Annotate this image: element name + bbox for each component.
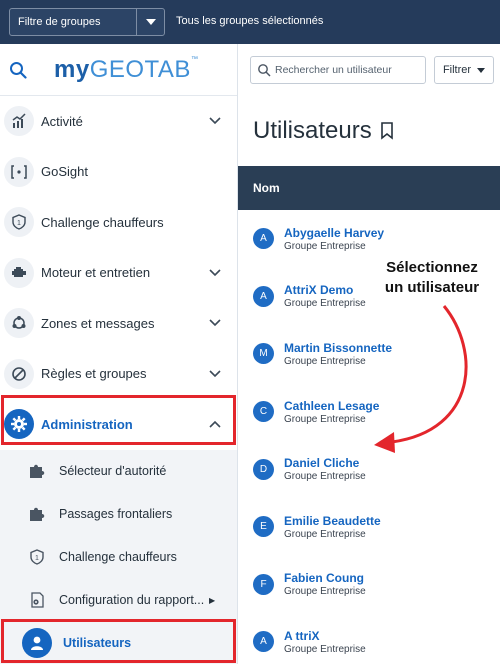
filter-label: Filtrer: [442, 64, 472, 76]
sidebar-subitem-label: Passages frontaliers: [59, 507, 173, 521]
avatar: F: [253, 573, 274, 595]
chevron-down-icon[interactable]: [205, 269, 225, 277]
table-row[interactable]: A A ttriX Groupe Entreprise: [238, 613, 500, 664]
annotation-line-1: Sélectionnez: [386, 259, 478, 276]
sidebar-item-label: Moteur et entretien: [41, 265, 151, 281]
sidebar-item-moteur[interactable]: Moteur et entretien: [0, 248, 237, 299]
page-title: Utilisateurs: [253, 117, 372, 144]
logo-my: my: [54, 55, 90, 83]
sidebar-subitem-challenge[interactable]: 1 Challenge chauffeurs: [0, 536, 237, 579]
sidebar-subitem-label: Configuration du rapport...: [59, 593, 205, 607]
report-config-icon: [26, 589, 48, 611]
zones-icon: [4, 308, 34, 339]
avatar: D: [253, 458, 274, 480]
user-name[interactable]: Emilie Beaudette: [284, 514, 381, 528]
user-group: Groupe Entreprise: [284, 298, 366, 310]
avatar: C: [253, 401, 274, 423]
user-icon: [22, 628, 52, 658]
search-input[interactable]: [275, 64, 425, 76]
chevron-down-icon[interactable]: [205, 117, 225, 125]
sidebar-subitem-selecteur-autorite[interactable]: Sélecteur d'autorité: [0, 450, 237, 493]
avatar: A: [253, 285, 274, 307]
puzzle-icon: [26, 503, 48, 525]
sidebar-subitem-label: Challenge chauffeurs: [59, 550, 177, 564]
annotation-line-2: un utilisateur: [384, 279, 480, 296]
sidebar-subitem-utilisateurs[interactable]: Utilisateurs: [0, 622, 237, 664]
sidebar-item-challenge[interactable]: 1 Challenge chauffeurs: [0, 197, 237, 248]
svg-text:1: 1: [17, 220, 21, 227]
sidebar-item-administration[interactable]: Administration: [0, 399, 237, 450]
logo-tm: ™: [190, 55, 199, 63]
page-title-row: Utilisateurs: [238, 96, 500, 166]
gosight-icon: [4, 156, 34, 187]
sidebar-item-label: Zones et messages: [41, 315, 155, 331]
group-filter-dropdown[interactable]: Filtre de groupes: [9, 8, 165, 36]
instruction-annotation: Sélectionnez un utilisateur: [372, 258, 492, 298]
bookmark-icon[interactable]: [380, 122, 394, 140]
sidebar-item-label: Challenge chauffeurs: [41, 214, 164, 230]
mygeotab-logo[interactable]: myGEOTAB™: [54, 56, 198, 84]
sidebar-subitem-label: Utilisateurs: [63, 636, 132, 650]
logo-geotab: GEOTAB: [89, 55, 191, 83]
svg-text:1: 1: [35, 555, 39, 562]
user-group: Groupe Entreprise: [284, 643, 366, 655]
group-filter-label: Filtre de groupes: [18, 16, 101, 28]
avatar: E: [253, 516, 274, 538]
user-group: Groupe Entreprise: [284, 586, 366, 598]
chevron-down-icon[interactable]: [136, 9, 164, 35]
rules-icon: [4, 358, 34, 389]
avatar: A: [253, 631, 274, 653]
chevron-down-icon[interactable]: [205, 319, 225, 327]
avatar: A: [253, 228, 274, 250]
search-user-box[interactable]: [250, 56, 426, 84]
user-group: Groupe Entreprise: [284, 240, 366, 252]
sidebar-item-gosight[interactable]: GoSight: [0, 147, 237, 198]
user-name[interactable]: A ttriX: [284, 629, 366, 643]
caret-down-icon: [477, 67, 486, 73]
sidebar-subitem-label: Sélecteur d'autorité: [59, 464, 167, 478]
shield-icon: 1: [4, 207, 34, 238]
chart-icon: [4, 106, 34, 137]
table-header: Nom: [238, 166, 500, 210]
sidebar-item-label: GoSight: [41, 164, 88, 180]
user-group: Groupe Entreprise: [284, 528, 366, 540]
top-bar: Filtre de groupes Tous les groupes sélec…: [0, 0, 500, 44]
sidebar-item-regles[interactable]: Règles et groupes: [0, 349, 237, 400]
chevron-up-icon[interactable]: [205, 420, 225, 428]
sidebar: myGEOTAB™ Activité GoSight 1 Challenge c…: [0, 44, 238, 664]
user-group: Groupe Entreprise: [284, 471, 366, 483]
group-status-text: Tous les groupes sélectionnés: [176, 15, 324, 27]
brand-row: myGEOTAB™: [0, 44, 237, 96]
toolbar: Filtrer: [238, 44, 500, 96]
search-icon: [258, 64, 271, 77]
column-header-nom[interactable]: Nom: [253, 181, 280, 195]
chevron-down-icon[interactable]: [205, 370, 225, 378]
table-row[interactable]: F Fabien Coung Groupe Entreprise: [238, 556, 500, 614]
sidebar-item-label: Administration: [41, 416, 133, 432]
shield-icon: 1: [26, 546, 48, 568]
user-name[interactable]: Daniel Cliche: [284, 456, 366, 470]
search-icon[interactable]: [0, 44, 36, 96]
sidebar-item-activite[interactable]: Activité: [0, 96, 237, 147]
user-name[interactable]: Abygaelle Harvey: [284, 226, 384, 240]
avatar: M: [253, 343, 274, 365]
administration-submenu: Sélecteur d'autorité Passages frontalier…: [0, 449, 237, 664]
sidebar-subitem-configuration-rapport[interactable]: Configuration du rapport... ▶: [0, 579, 237, 622]
table-row[interactable]: E Emilie Beaudette Groupe Entreprise: [238, 498, 500, 556]
sidebar-item-label: Règles et groupes: [41, 366, 147, 382]
engine-icon: [4, 257, 34, 288]
puzzle-icon: [26, 460, 48, 482]
filter-button[interactable]: Filtrer: [434, 56, 494, 84]
caret-right-icon[interactable]: ▶: [209, 596, 223, 605]
gear-icon: [4, 409, 34, 440]
sidebar-item-zones[interactable]: Zones et messages: [0, 298, 237, 349]
curved-arrow-icon: [374, 305, 468, 453]
sidebar-item-label: Activité: [41, 113, 83, 129]
user-name[interactable]: AttriX Demo: [284, 283, 366, 297]
sidebar-subitem-passages-frontaliers[interactable]: Passages frontaliers: [0, 493, 237, 536]
user-name[interactable]: Fabien Coung: [284, 571, 366, 585]
